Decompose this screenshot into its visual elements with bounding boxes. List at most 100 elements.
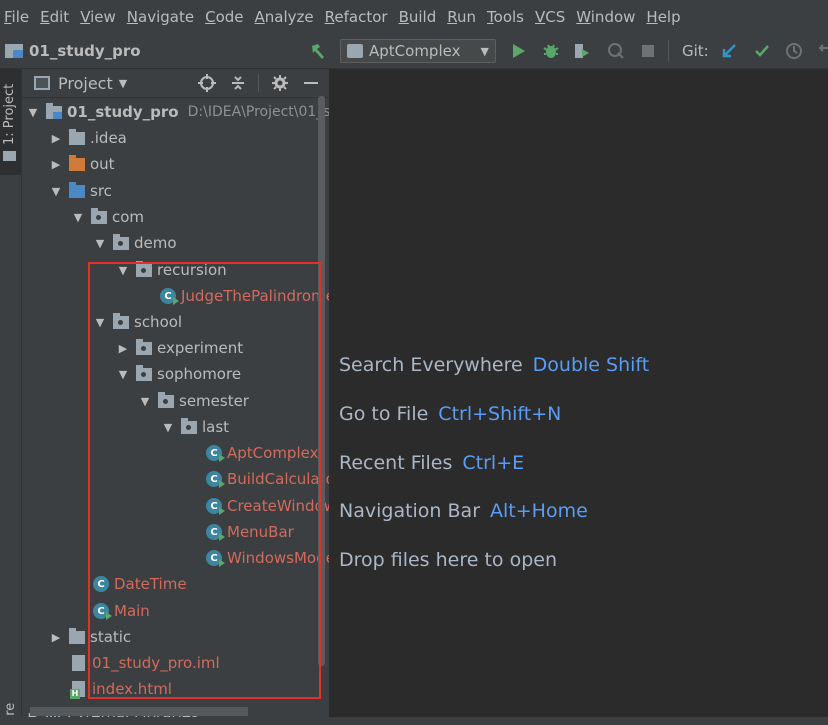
project-breadcrumb[interactable]: 01_study_pro [5, 34, 141, 68]
expand-arrow-icon: ▼ [163, 420, 173, 434]
project-tool-tab[interactable]: 1: Project [0, 69, 21, 175]
tree-item-label: CreateWindow [227, 497, 329, 515]
run-config-selector[interactable]: AptComplex ▼ [340, 39, 496, 63]
main-toolbar: 01_study_pro AptComplex ▼ Git: [0, 34, 828, 69]
tree-item-class-datetime[interactable]: C DateTime [93, 571, 187, 597]
package-icon [181, 417, 197, 434]
git-commit-check-icon[interactable] [752, 34, 772, 68]
tree-item-label: 01_study_pro [67, 103, 179, 121]
folder-icon [69, 128, 85, 145]
tree-item-class-buildcalculator[interactable]: C BuildCalculator [206, 466, 329, 492]
tree-item-label: AptComplex [227, 444, 319, 462]
git-update-arrow-icon[interactable] [719, 34, 739, 68]
hint-navigation-bar: Navigation Bar Alt+Home [339, 500, 588, 522]
excluded-folder-icon [69, 154, 85, 171]
project-tree-horizontal-scrollbar[interactable] [30, 707, 248, 716]
menu-navigate[interactable]: Navigate [125, 8, 201, 26]
tree-item-demo[interactable]: ▼ demo [93, 230, 177, 256]
toolbar-separator [668, 40, 669, 62]
java-class-icon: C [160, 288, 179, 305]
tree-item-project-root[interactable]: ▼ 01_study_pro D:\IDEA\Project\01_s [26, 99, 329, 125]
tree-item-class-windowsmodel[interactable]: C WindowsModel [206, 545, 329, 571]
menu-analyze[interactable]: Analyze [253, 8, 321, 26]
tree-item-sophomore[interactable]: ▼ sophomore [116, 361, 241, 387]
tree-item-label: demo [134, 234, 177, 252]
menu-vcs[interactable]: VCS [533, 8, 572, 26]
menu-run[interactable]: Run [445, 8, 483, 26]
tree-item-label: src [90, 182, 112, 200]
tree-item-src[interactable]: ▼ src [49, 178, 112, 204]
project-tree-scrollbar[interactable] [318, 96, 325, 666]
tree-item-label: sophomore [157, 365, 242, 383]
tree-item-experiment[interactable]: ▶ experiment [116, 335, 243, 361]
gear-icon[interactable] [271, 74, 289, 96]
expand-arrow-icon: ▼ [51, 184, 61, 198]
menu-window[interactable]: Window [574, 8, 642, 26]
menu-file[interactable]: File [2, 8, 36, 26]
menu-edit[interactable]: Edit [38, 8, 76, 26]
project-tool-tab-label: 1: Project [2, 83, 17, 145]
tree-item-out[interactable]: ▶ out [49, 151, 115, 177]
tree-item-label: DateTime [114, 575, 187, 593]
chevron-down-icon: ▼ [480, 44, 489, 58]
debug-bug-icon[interactable] [541, 34, 561, 68]
menu-tools[interactable]: Tools [485, 8, 531, 26]
expand-arrow-icon: ▼ [140, 394, 150, 408]
tree-item-static[interactable]: ▶ static [49, 624, 131, 650]
tree-item-class-menubar[interactable]: C MenuBar [206, 519, 294, 545]
java-class-icon: C [206, 445, 225, 462]
java-class-icon: C [93, 603, 112, 620]
stop-icon[interactable] [638, 34, 658, 68]
tree-item-recursion[interactable]: ▼ recursion [116, 257, 227, 283]
run-with-coverage-icon[interactable] [572, 34, 592, 68]
folder-icon [69, 627, 85, 644]
tree-item-iml-file[interactable]: 01_study_pro.iml [72, 650, 220, 676]
menu-build[interactable]: Build [397, 8, 444, 26]
collapse-all-icon[interactable] [230, 74, 246, 96]
tree-item-label: Main [114, 602, 150, 620]
build-hammer-icon[interactable] [308, 34, 328, 68]
menu-help[interactable]: Help [644, 8, 687, 26]
tree-item-class-aptcomplex[interactable]: C AptComplex [206, 440, 318, 466]
package-icon [113, 233, 129, 250]
tree-item-label: BuildCalculator [227, 470, 329, 488]
tree-item-last[interactable]: ▼ last [161, 414, 229, 440]
tree-item-index-html[interactable]: index.html [70, 676, 172, 702]
java-class-icon: C [206, 524, 225, 541]
hint-recent-files: Recent Files Ctrl+E [339, 452, 524, 474]
bottom-status-strip [0, 717, 828, 725]
tree-item-class-main[interactable]: C Main [93, 598, 150, 624]
hint-shortcut: Ctrl+E [462, 452, 525, 474]
profile-icon[interactable] [606, 34, 626, 68]
tree-item-school[interactable]: ▼ school [93, 309, 182, 335]
menu-code[interactable]: Code [203, 8, 250, 26]
expand-arrow-icon: ▼ [73, 210, 83, 224]
tree-item-label: 01_study_pro.iml [92, 654, 220, 672]
locate-target-icon[interactable] [198, 74, 216, 96]
tree-item-idea[interactable]: ▶ .idea [49, 125, 127, 151]
menu-view[interactable]: View [78, 8, 123, 26]
tree-item-semester[interactable]: ▼ semester [138, 388, 249, 414]
tree-item-label: semester [179, 392, 249, 410]
left-tool-window-strip: 1: Project ure [0, 69, 22, 725]
java-class-icon: C [206, 498, 225, 515]
tree-item-com[interactable]: ▼ com [71, 204, 144, 230]
run-icon[interactable] [509, 34, 529, 68]
html-file-icon [70, 681, 85, 699]
expand-arrow-icon: ▶ [51, 630, 61, 644]
project-tool-window: Project ▼ ▼ 01_study_pro D:\IDEA\Project… [22, 69, 329, 725]
chevron-down-icon: ▼ [118, 76, 128, 90]
hide-minus-icon[interactable] [304, 82, 318, 84]
tree-item-class-createwindow[interactable]: C CreateWindow [206, 493, 329, 519]
git-rollback-icon[interactable] [814, 34, 828, 68]
editor-empty-area: Search Everywhere Double Shift Go to File… [330, 69, 828, 725]
hint-shortcut: Double Shift [532, 354, 650, 376]
project-view-selector[interactable]: Project ▼ [58, 74, 127, 93]
run-config-icon [347, 44, 363, 58]
hint-action: Navigation Bar [339, 500, 481, 522]
package-icon [91, 207, 107, 224]
git-history-clock-icon[interactable] [784, 34, 804, 68]
menu-refactor[interactable]: Refactor [323, 8, 395, 26]
tree-item-class-judgethepalindrome[interactable]: C JudgeThePalindrome [160, 283, 329, 309]
expand-arrow-icon: ▶ [51, 157, 61, 171]
